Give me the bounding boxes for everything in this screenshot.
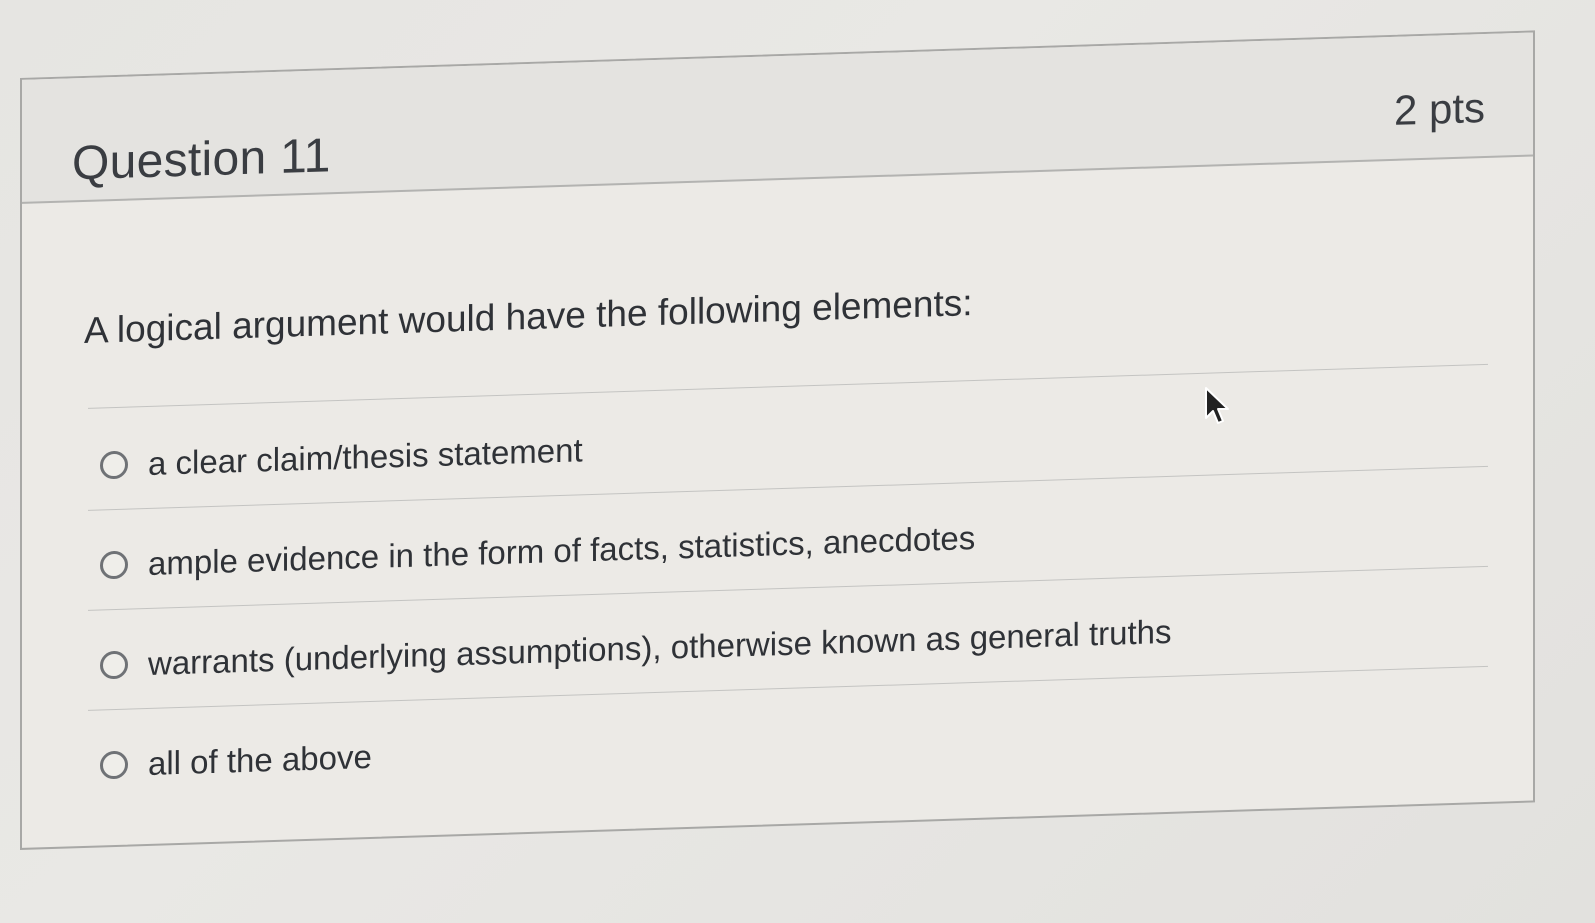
answer-label-4: all of the above (148, 737, 372, 782)
question-points: 2 pts (1393, 83, 1485, 134)
answer-option-4[interactable]: all of the above (100, 727, 372, 796)
answer-option-2[interactable]: ample evidence in the form of facts, sta… (100, 508, 975, 596)
answer-label-2: ample evidence in the form of facts, sta… (148, 518, 976, 582)
question-prompt: A logical argument would have the follow… (84, 282, 973, 351)
question-card: Question 11 2 pts A logical argument wou… (20, 30, 1535, 850)
radio-button-2[interactable] (100, 550, 128, 580)
radio-button-1[interactable] (100, 450, 128, 480)
answer-label-1: a clear claim/thesis statement (148, 431, 583, 482)
question-title: Question 11 (72, 129, 331, 191)
answer-divider (88, 363, 1488, 409)
radio-button-3[interactable] (100, 650, 128, 680)
mouse-pointer-icon (1205, 387, 1229, 424)
question-header: Question 11 2 pts (22, 32, 1533, 204)
answer-option-1[interactable]: a clear claim/thesis statement (100, 420, 583, 495)
answer-label-3: warrants (underlying assumptions), other… (148, 612, 1172, 682)
radio-button-4[interactable] (100, 750, 128, 780)
